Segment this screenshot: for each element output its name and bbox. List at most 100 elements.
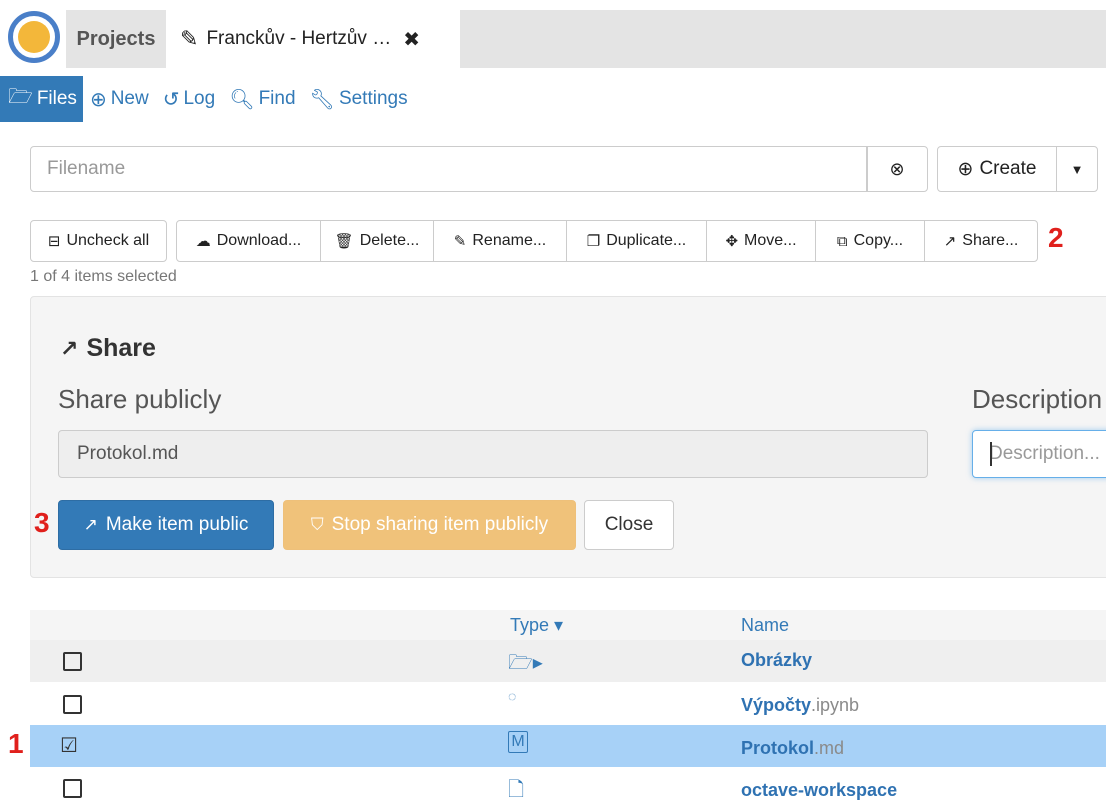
description-input[interactable]: Description... [972,430,1106,478]
delete-label: Delete... [359,232,420,249]
filename-placeholder: Filename [47,158,126,179]
row-checkbox[interactable] [63,695,82,714]
projects-tab[interactable]: Projects [66,10,166,68]
trash-icon: 🗑︎ [334,233,354,250]
nav-settings-label: Settings [338,88,408,109]
shared-path-value: Protokol.md [77,443,179,464]
row-name-ext: .ipynb [811,695,860,715]
type-column-header[interactable]: Type ▾ [510,615,563,636]
nav-files[interactable]: 🗁 Files [0,76,83,122]
project-tab-title: Franckův - Hertzův … [206,28,392,49]
pencil-icon: ✎ [453,233,467,250]
tab-strip [460,10,1106,68]
nav-log[interactable]: ↺ Log [156,76,222,122]
rename-button[interactable]: ✎ Rename... [433,220,567,262]
annotation-1: 1 [8,728,24,759]
duplicate-label: Duplicate... [606,232,687,249]
markdown-icon: M [508,731,528,753]
name-column-header[interactable]: Name [741,615,789,636]
copy-icon: ⧉ [836,232,848,250]
create-dropdown-button[interactable]: ▼ [1056,146,1098,192]
table-header [30,610,1106,640]
row-name-base: Protokol [741,738,815,758]
cloud-download-icon: ☁ [195,233,211,250]
shared-path-field: Protokol.md [58,430,928,478]
uncheck-all-button[interactable]: ⊟ Uncheck all [30,220,167,262]
create-button[interactable]: ⊕ Create [937,146,1057,192]
nav-files-label: Files [36,88,77,109]
copy-label: Copy... [853,232,904,249]
shield-icon: ⛉ [310,515,324,534]
caret-down-icon: ▼ [1070,161,1084,177]
clear-circle-icon: ⊗ [889,158,905,179]
cocalc-logo[interactable] [8,11,60,63]
row-name-base: Výpočty [741,695,812,715]
move-icon: ✥ [725,233,739,250]
row-name[interactable]: Obrázky [741,650,812,671]
share-publicly-heading: Share publicly [58,384,222,414]
make-public-button[interactable]: ↗ Make item public [58,500,274,550]
nav-find[interactable]: 🔍︎ Find [222,76,302,122]
project-tab[interactable]: ✎ Franckův - Hertzův … ✖ [170,10,460,68]
jupyter-icon: ◌ [508,688,517,704]
share-button[interactable]: ↗ Share... [924,220,1038,262]
duplicate-button[interactable]: ❐ Duplicate... [566,220,707,262]
table-row[interactable] [30,683,1106,725]
close-share-button[interactable]: Close [584,500,674,550]
name-header-label: Name [741,615,790,635]
rename-label: Rename... [472,232,547,249]
table-row[interactable] [30,640,1106,682]
description-heading: Description [972,384,1103,414]
row-checkbox[interactable] [63,779,82,798]
stop-sharing-button[interactable]: ⛉ Stop sharing item publicly [283,500,576,550]
create-label: Create [979,158,1037,179]
plus-circle-icon: ⊕ [89,88,107,111]
share-label: Share... [962,232,1019,249]
row-name-base: Obrázky [741,650,813,670]
action-bar: ☁ Download... 🗑︎ Delete... ✎ Rename... ❐… [176,220,1038,262]
clear-search-button[interactable]: ⊗ [866,146,928,192]
table-row[interactable] [30,767,1106,809]
annotation-3: 3 [34,507,50,538]
action-bar-uncheck: ⊟ Uncheck all [30,220,167,262]
edit-icon: ✎ [180,26,199,51]
delete-button[interactable]: 🗑︎ Delete... [320,220,434,262]
row-name-ext: .md [814,738,845,758]
annotation-2: 2 [1048,222,1064,253]
share-title-text: Share [86,334,156,362]
wrench-icon: 🔧︎ [309,88,335,111]
table-row-selected[interactable] [30,725,1106,767]
uncheck-all-label: Uncheck all [66,232,150,249]
row-name[interactable]: octave-workspace [741,780,897,801]
sort-caret-icon: ▾ [554,615,564,635]
description-placeholder: Description... [989,443,1100,464]
make-public-label: Make item public [105,514,249,535]
file-icon: 🗋 [508,779,525,801]
row-checkbox[interactable] [63,652,82,671]
move-button[interactable]: ✥ Move... [706,220,816,262]
nav-settings[interactable]: 🔧︎ Settings [303,76,415,122]
row-name[interactable]: Výpočty.ipynb [741,695,859,716]
history-icon: ↺ [162,88,180,111]
text-cursor [990,442,992,466]
folder-icon: 🗁▸ [508,652,543,674]
download-button[interactable]: ☁ Download... [176,220,321,262]
minus-square-icon: ⊟ [47,233,61,250]
copy-button[interactable]: ⧉ Copy... [815,220,925,262]
row-name[interactable]: Protokol.md [741,738,844,759]
folder-open-icon: 🗁 [8,86,33,108]
close-icon[interactable]: ✖ [403,27,420,52]
project-nav: 🗁 Files ⊕ New ↺ Log 🔍︎ Find 🔧︎ Settings [0,76,415,122]
nav-log-label: Log [183,88,216,109]
nav-new[interactable]: ⊕ New [83,76,156,122]
share-icon: ↗ [60,335,79,361]
search-icon: 🔍︎ [229,88,255,111]
type-header-label: Type [510,615,550,635]
selection-status: 1 of 4 items selected [30,268,177,285]
row-checkbox-checked[interactable]: ☑ [60,733,78,758]
nav-new-label: New [110,88,149,109]
clone-icon: ❐ [586,233,601,250]
close-share-label: Close [604,514,654,535]
nav-find-label: Find [258,88,296,109]
filename-search-input[interactable]: Filename [30,146,868,192]
